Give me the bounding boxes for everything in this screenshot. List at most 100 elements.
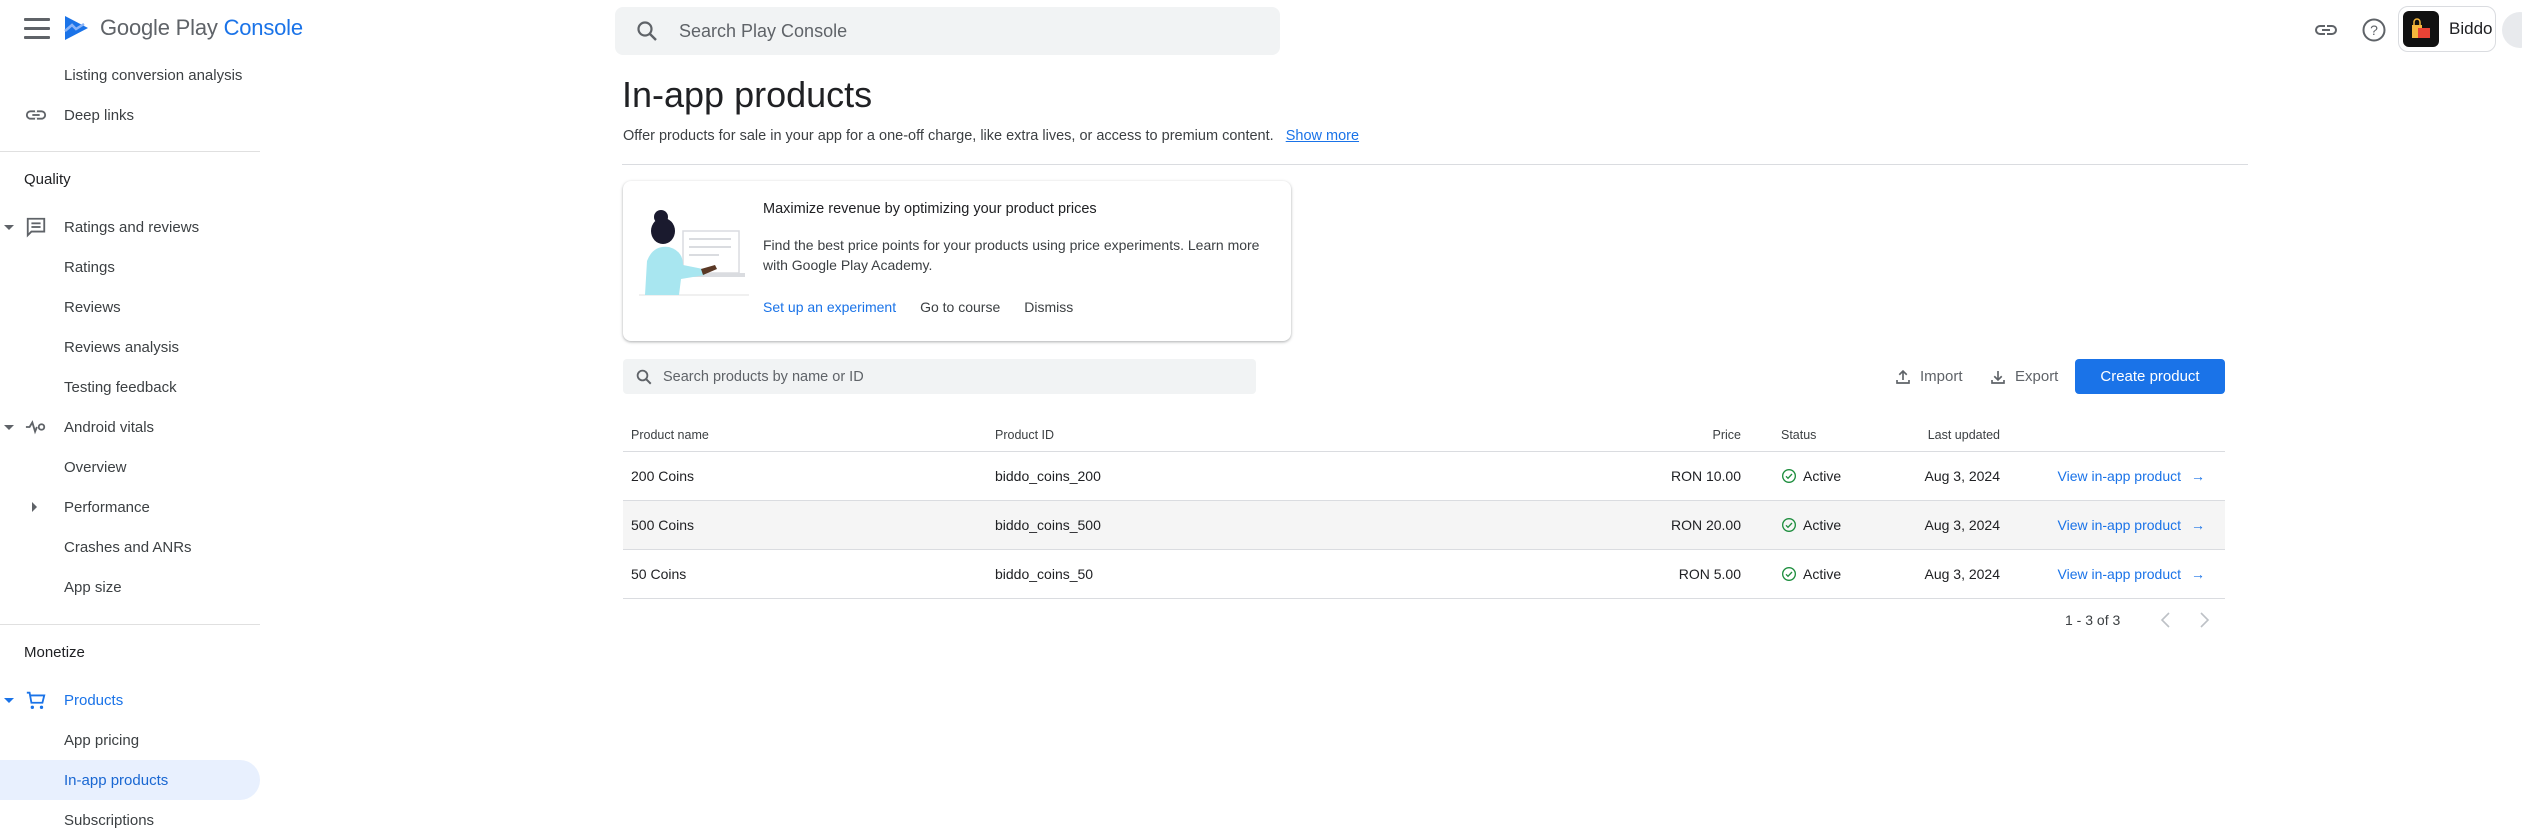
expand-caret-icon bbox=[4, 224, 14, 230]
sidebar-item-label: App size bbox=[64, 578, 122, 596]
product-price: RON 5.00 bbox=[1678, 566, 1741, 582]
sidebar-item-label: Products bbox=[64, 691, 124, 709]
help-button[interactable]: ? bbox=[2358, 14, 2390, 46]
logo-text-secondary: Console bbox=[223, 15, 304, 40]
product-search-input[interactable] bbox=[661, 367, 1225, 386]
menu-icon-bar bbox=[24, 36, 50, 39]
cart-icon bbox=[24, 688, 48, 712]
download-icon bbox=[1991, 370, 2005, 384]
column-header-product-id[interactable]: Product ID bbox=[995, 428, 1054, 442]
sidebar-item-products[interactable]: Products bbox=[0, 680, 260, 720]
reviews-icon bbox=[24, 215, 48, 239]
check-circle-icon bbox=[1782, 469, 1796, 483]
account-avatar[interactable] bbox=[2502, 12, 2522, 48]
app-switcher[interactable]: Biddo bbox=[2398, 6, 2496, 52]
import-button[interactable]: Import bbox=[1894, 359, 1963, 394]
app-icon bbox=[2403, 11, 2439, 47]
last-updated: Aug 3, 2024 bbox=[1924, 517, 2000, 533]
sidebar-item-ratings-and-reviews[interactable]: Ratings and reviews bbox=[0, 207, 260, 247]
product-id: biddo_coins_500 bbox=[995, 517, 1101, 533]
sidebar-divider bbox=[0, 151, 260, 152]
column-header-price[interactable]: Price bbox=[1713, 428, 1741, 442]
sidebar-item-label: Subscriptions bbox=[64, 811, 155, 829]
page-subtitle-text: Offer products for sale in your app for … bbox=[623, 128, 1274, 144]
header-divider bbox=[622, 164, 2248, 165]
next-page-button[interactable] bbox=[2194, 610, 2214, 630]
show-more-link[interactable]: Show more bbox=[1286, 128, 1359, 144]
check-circle-icon bbox=[1782, 567, 1796, 581]
products-table: Product name Product ID Price Last updat… bbox=[623, 418, 2225, 599]
play-console-logo-link[interactable]: Google Play Console bbox=[62, 14, 303, 42]
column-header-last-updated[interactable]: Last updated bbox=[1928, 428, 2000, 442]
promo-card-body: Find the best price points for your prod… bbox=[763, 237, 1260, 273]
sidebar-item-label: Performance bbox=[64, 498, 150, 516]
sidebar-item-label: In-app products bbox=[64, 771, 169, 789]
search-icon bbox=[636, 369, 652, 384]
chevron-left-icon bbox=[2160, 612, 2170, 628]
expand-caret-icon bbox=[4, 697, 14, 703]
sidebar-item-app-pricing[interactable]: App pricing bbox=[0, 720, 260, 760]
table-header: Product name Product ID Price Last updat… bbox=[623, 418, 2225, 452]
sidebar-item-overview[interactable]: Overview bbox=[0, 447, 260, 487]
sidebar-section-quality: Quality bbox=[24, 171, 71, 188]
sidebar-item-crashes-and-anrs[interactable]: Crashes and ANRs bbox=[0, 527, 260, 567]
sidebar-item-label: Ratings bbox=[64, 258, 115, 276]
sidebar-item-label: Reviews bbox=[64, 298, 121, 316]
check-circle-icon bbox=[1782, 518, 1796, 532]
link-icon bbox=[2315, 21, 2337, 39]
export-button[interactable]: Export bbox=[1989, 359, 2058, 394]
sidebar-item-app-size[interactable]: App size bbox=[0, 567, 260, 607]
import-label: Import bbox=[1920, 368, 1963, 385]
view-in-app-product-link[interactable]: View in-app product → bbox=[2058, 566, 2205, 582]
table-row[interactable]: 50 Coins biddo_coins_50 RON 5.00 Aug 3, … bbox=[623, 550, 2225, 599]
sidebar-item-in-app-products[interactable]: In-app products bbox=[0, 760, 260, 800]
column-header-status[interactable]: Status bbox=[1781, 428, 1816, 442]
go-to-course-button[interactable]: Go to course bbox=[920, 299, 1000, 315]
column-header-product-name[interactable]: Product name bbox=[631, 428, 709, 442]
status-badge: Active bbox=[1781, 566, 1841, 582]
product-search[interactable] bbox=[623, 359, 1256, 394]
table-row[interactable]: 500 Coins biddo_coins_500 RON 20.00 Aug … bbox=[623, 501, 2225, 550]
global-search-input[interactable] bbox=[677, 19, 1241, 43]
create-product-button[interactable]: Create product bbox=[2075, 359, 2225, 394]
sidebar-item-listing-conversion-analysis[interactable]: Listing conversion analysis bbox=[0, 55, 260, 95]
product-price: RON 20.00 bbox=[1670, 517, 1741, 533]
sidebar-item-label: Overview bbox=[64, 458, 127, 476]
promo-card-actions: Set up an experiment Go to course Dismis… bbox=[763, 299, 1073, 315]
status-badge: Active bbox=[1781, 517, 1841, 533]
app-name: Biddo bbox=[2449, 19, 2493, 38]
link-icon bbox=[24, 103, 48, 127]
view-in-app-product-link[interactable]: View in-app product → bbox=[2058, 517, 2205, 533]
global-search[interactable] bbox=[615, 7, 1280, 55]
product-name: 500 Coins bbox=[631, 517, 695, 533]
sidebar-divider bbox=[0, 624, 260, 625]
view-in-app-product-link[interactable]: View in-app product → bbox=[2058, 468, 2205, 484]
sidebar-item-label: Deep links bbox=[64, 106, 135, 124]
menu-button[interactable] bbox=[24, 18, 50, 40]
sidebar-item-label: Android vitals bbox=[64, 418, 155, 436]
arrow-right-icon: → bbox=[2191, 566, 2205, 582]
sidebar-item-subscriptions[interactable]: Subscriptions bbox=[0, 800, 260, 840]
sidebar-item-android-vitals[interactable]: Android vitals bbox=[0, 407, 260, 447]
previous-page-button[interactable] bbox=[2156, 610, 2176, 630]
sidebar-item-performance[interactable]: Performance bbox=[0, 487, 260, 527]
menu-icon-bar bbox=[24, 27, 50, 30]
link-button[interactable] bbox=[2310, 14, 2342, 46]
sidebar-item-reviews-analysis[interactable]: Reviews analysis bbox=[0, 327, 260, 367]
sidebar-item-reviews[interactable]: Reviews bbox=[0, 287, 260, 327]
product-id: biddo_coins_200 bbox=[995, 468, 1101, 484]
sidebar-item-ratings[interactable]: Ratings bbox=[0, 247, 260, 287]
export-label: Export bbox=[2015, 368, 2059, 385]
sidebar-item-testing-feedback[interactable]: Testing feedback bbox=[0, 367, 260, 407]
dismiss-button[interactable]: Dismiss bbox=[1024, 299, 1073, 315]
set-up-experiment-button[interactable]: Set up an experiment bbox=[763, 299, 896, 315]
table-row[interactable]: 200 Coins biddo_coins_200 RON 10.00 Aug … bbox=[623, 452, 2225, 501]
view-link-label: View in-app product bbox=[2057, 517, 2181, 533]
sidebar-item-label: Listing conversion analysis bbox=[64, 66, 243, 84]
chevron-right-icon bbox=[2200, 612, 2210, 628]
status-text: Active bbox=[1803, 468, 1842, 484]
sidebar-item-deep-links[interactable]: Deep links bbox=[0, 95, 260, 135]
last-updated: Aug 3, 2024 bbox=[1924, 566, 2000, 582]
logo-text-primary: Google Play bbox=[100, 15, 218, 40]
sidebar-section-monetize: Monetize bbox=[24, 644, 85, 661]
